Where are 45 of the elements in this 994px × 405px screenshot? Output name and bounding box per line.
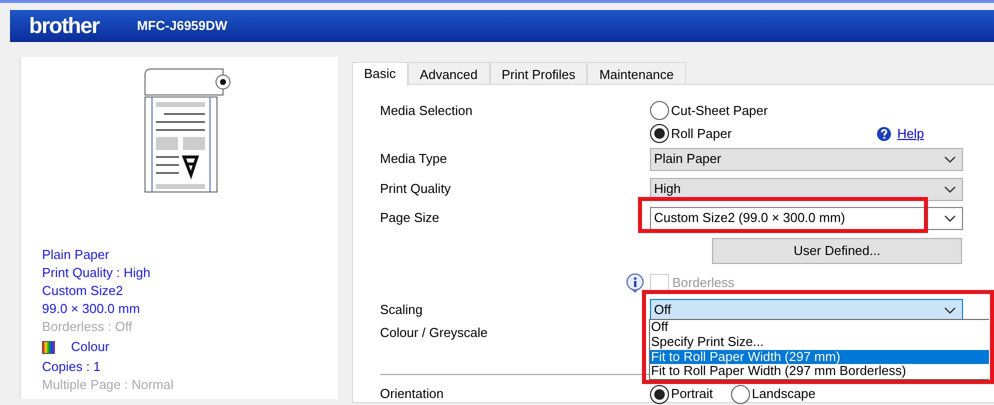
summary-text: Multiple Page : Normal — [42, 376, 174, 394]
dropdown-option[interactable]: Fit to Roll Paper Width (297 mm) — [650, 350, 989, 364]
dropdown-option[interactable]: Fit to Roll Paper Width (297 mm Borderless) — [650, 364, 989, 380]
dropdown-option[interactable]: Off — [650, 320, 989, 335]
radio-button[interactable] — [650, 101, 669, 120]
field-label: Media Type — [380, 150, 448, 168]
chevron-down-icon — [944, 306, 956, 314]
field-label: Print Quality — [380, 180, 452, 198]
summary-text: Custom Size2 — [42, 282, 124, 300]
summary-text: Borderless : Off — [42, 318, 134, 336]
tab[interactable]: Maintenance — [587, 62, 686, 84]
radio-button[interactable] — [650, 124, 669, 143]
summary-text: Print Quality : High — [42, 264, 152, 282]
field-label: Scaling — [380, 301, 424, 320]
colour-swatch-icon — [42, 340, 55, 354]
summary-text: Plain Paper — [42, 246, 110, 264]
user-defined-button[interactable]: User Defined... — [712, 238, 962, 264]
field-label: Colour / Greyscale — [380, 324, 489, 342]
summary-text: 99.0 × 300.0 mm — [42, 300, 141, 318]
chevron-down-icon — [944, 186, 956, 192]
field-label: Media Selection — [380, 102, 474, 120]
dropdown-option[interactable]: Specify Print Size... — [650, 334, 989, 350]
radio-button[interactable] — [730, 384, 750, 404]
option-label[interactable]: Cut-Sheet Paper — [671, 100, 768, 120]
tab[interactable]: Advanced — [408, 62, 490, 84]
scaling-dropdown[interactable]: Off — [650, 298, 963, 322]
page-size-dropdown[interactable]: Custom Size2 (99.0 × 300.0 mm) — [650, 206, 963, 230]
chevron-down-icon — [944, 214, 956, 222]
help-icon[interactable] — [876, 126, 891, 140]
brand-logo: brother — [29, 14, 99, 36]
radio-button[interactable] — [650, 384, 669, 404]
field-label: Page Size — [380, 209, 440, 228]
info-icon[interactable] — [626, 273, 644, 293]
summary-text: Colour — [71, 338, 110, 356]
media-type-dropdown[interactable]: Plain Paper — [650, 148, 963, 170]
option-label[interactable]: Roll Paper — [671, 124, 732, 144]
help-link[interactable]: Help — [897, 124, 924, 144]
summary-text: Copies : 1 — [42, 358, 102, 376]
chevron-down-icon — [944, 156, 956, 162]
tab[interactable]: Basic — [352, 62, 408, 86]
tab[interactable]: Print Profiles — [490, 62, 588, 84]
option-label[interactable]: Portrait — [671, 384, 713, 404]
printer-model: MFC-J6959DW — [137, 16, 228, 35]
field-label: Orientation — [380, 385, 445, 404]
option-label[interactable]: Landscape — [752, 384, 816, 404]
